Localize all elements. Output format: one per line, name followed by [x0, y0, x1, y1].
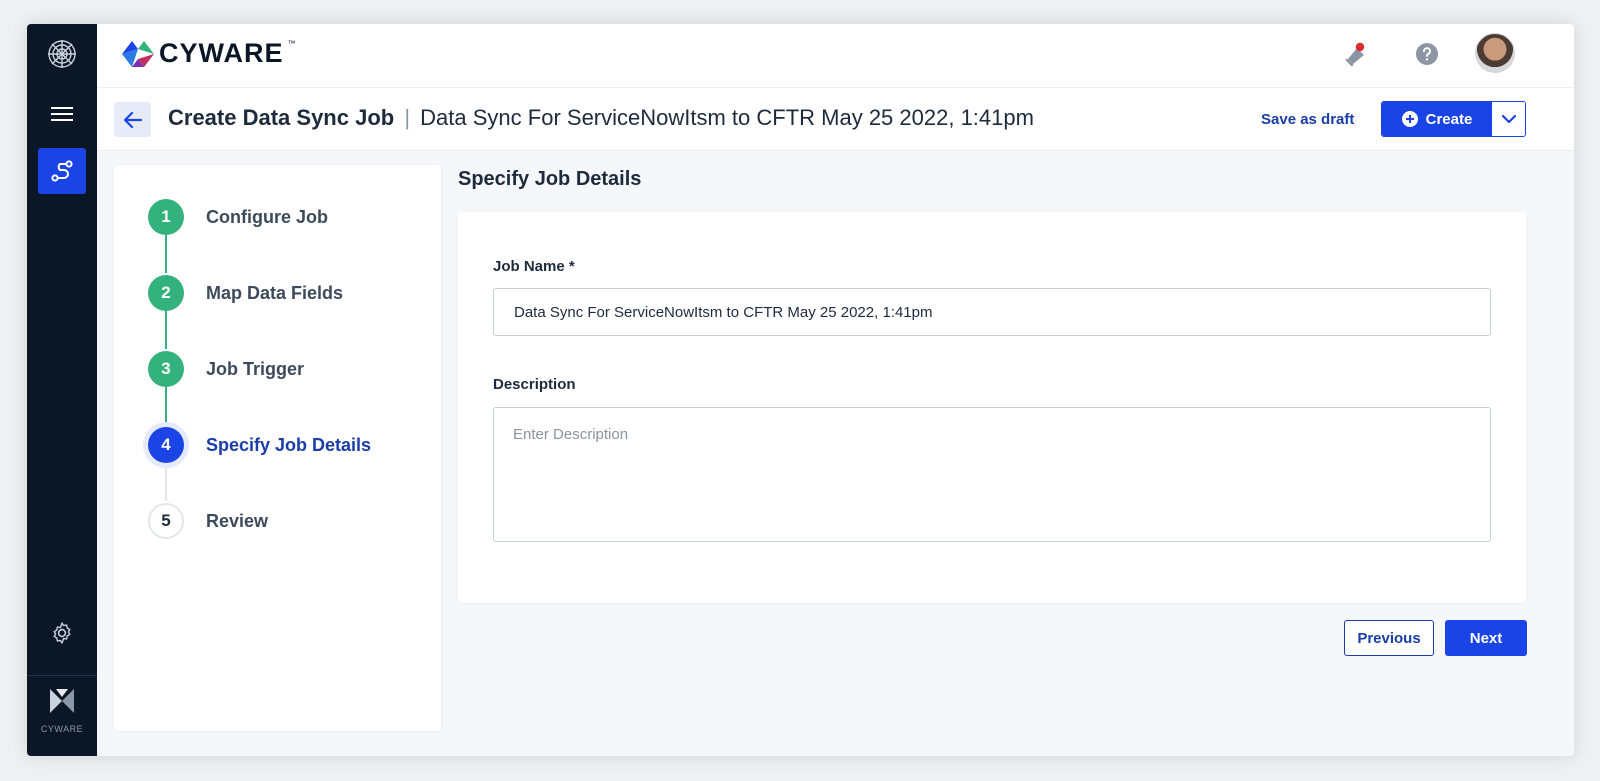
chevron-down-icon: [1501, 114, 1516, 123]
step-connector: [165, 235, 167, 273]
main-content: 1 Configure Job 2 Map Data Fields 3 Job …: [97, 151, 1574, 756]
step-label: Job Trigger: [206, 358, 305, 379]
job-details-card: Job Name * Data Sync For ServiceNowItsm …: [458, 212, 1526, 603]
step-connector: [165, 387, 167, 425]
section-title: Specify Job Details: [458, 168, 642, 190]
create-split-button: Create: [1381, 101, 1526, 137]
cyware-logo-icon: [122, 40, 154, 67]
back-button[interactable]: [114, 102, 151, 137]
notification-bell-icon[interactable]: [1341, 39, 1371, 69]
step-specify-job-details[interactable]: 4 Specify Job Details: [148, 427, 371, 463]
step-number: 2: [148, 275, 184, 311]
step-configure-job[interactable]: 1 Configure Job: [148, 199, 328, 235]
step-number: 5: [148, 503, 184, 539]
step-label: Configure Job: [206, 206, 328, 227]
step-number: 3: [148, 351, 184, 387]
create-button[interactable]: Create: [1382, 102, 1492, 136]
create-options-dropdown[interactable]: [1492, 102, 1525, 136]
route-icon: [51, 160, 73, 182]
description-label: Description: [493, 376, 576, 393]
rail-divider: [27, 675, 97, 676]
gear-icon[interactable]: [50, 621, 74, 645]
plus-circle-icon: [1401, 111, 1418, 127]
user-avatar[interactable]: [1475, 33, 1515, 73]
page-title-job-name: Data Sync For ServiceNowItsm to CFTR May…: [420, 105, 1034, 130]
job-name-label: Job Name *: [493, 258, 575, 275]
job-name-input[interactable]: Data Sync For ServiceNowItsm to CFTR May…: [493, 288, 1491, 336]
step-label: Specify Job Details: [206, 434, 372, 455]
step-job-trigger[interactable]: 3 Job Trigger: [148, 351, 304, 387]
brand-logo[interactable]: CYWARE ™: [121, 38, 296, 69]
app-logo-icon[interactable]: [46, 38, 78, 70]
top-bar: CYWARE ™: [97, 24, 1574, 88]
previous-button[interactable]: Previous: [1344, 620, 1434, 656]
page-title: Create Data Sync Job | Data Sync For Ser…: [168, 105, 1034, 131]
step-review[interactable]: 5 Review: [148, 503, 268, 539]
menu-icon[interactable]: [50, 104, 74, 124]
step-map-data-fields[interactable]: 2 Map Data Fields: [148, 275, 343, 311]
description-textarea[interactable]: Enter Description: [493, 407, 1491, 542]
app-window: CYWARE CYWARE ™ Create Data Sync Job | D…: [27, 24, 1574, 756]
title-separator: |: [404, 105, 411, 130]
step-label: Map Data Fields: [206, 282, 344, 303]
save-as-draft-button[interactable]: Save as draft: [1261, 111, 1354, 128]
wizard-stepper: 1 Configure Job 2 Map Data Fields 3 Job …: [114, 165, 441, 731]
arrow-left-icon: [123, 111, 142, 128]
left-rail: CYWARE: [27, 24, 97, 756]
brand-name: CYWARE: [159, 38, 284, 68]
rail-brand-label: CYWARE: [40, 724, 84, 734]
data-sync-nav-button[interactable]: [38, 148, 86, 194]
next-button[interactable]: Next: [1445, 620, 1527, 656]
page-header: Create Data Sync Job | Data Sync For Ser…: [97, 88, 1574, 151]
step-number: 1: [148, 199, 184, 235]
cyware-mark-icon: [47, 686, 77, 716]
create-button-label: Create: [1425, 110, 1473, 128]
help-icon[interactable]: [1412, 39, 1442, 69]
brand-trademark: ™: [287, 39, 296, 48]
step-connector: [165, 463, 167, 501]
step-label: Review: [206, 510, 269, 531]
page-title-main: Create Data Sync Job: [168, 105, 395, 130]
step-connector: [165, 311, 167, 349]
step-number: 4: [148, 427, 184, 463]
